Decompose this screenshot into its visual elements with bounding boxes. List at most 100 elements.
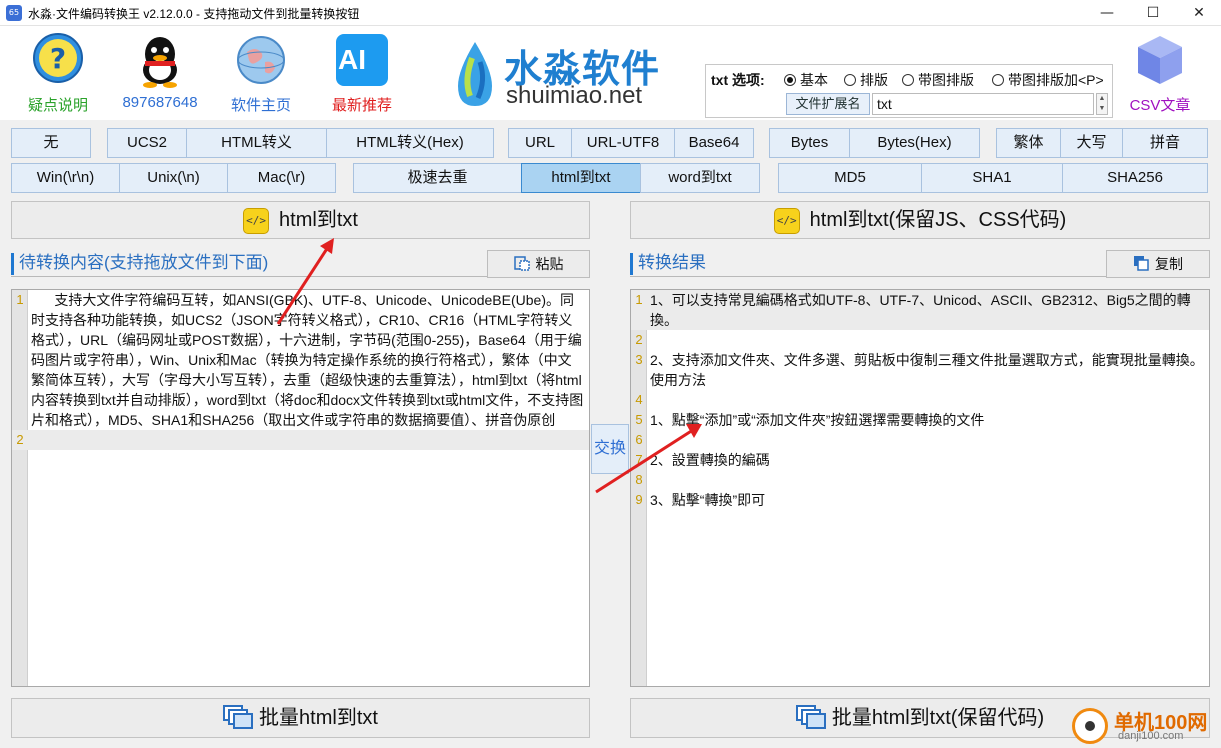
html-to-txt-keep-code-label: html到txt(保留JS、CSS代码) <box>809 209 1067 231</box>
batch-windows-icon <box>223 705 254 729</box>
encode-ucs2-button[interactable]: UCS2 <box>107 128 187 158</box>
newline-mac-button[interactable]: Mac(\r) <box>227 163 336 193</box>
line-number: 6 <box>635 432 643 447</box>
input-panel-title: 待转换内容(支持拖放文件到下面) <box>11 251 487 277</box>
line-text: 1、點擊“添加”或“添加文件夾”按鈕選擇需要轉換的文件 <box>650 412 985 428</box>
question-icon: ? <box>33 33 83 83</box>
html-to-txt-keep-code-button[interactable]: </> html到txt(保留JS、CSS代码) <box>630 201 1210 239</box>
radio-layout[interactable]: 排版 <box>844 70 888 90</box>
radio-unchecked-icon <box>902 74 914 86</box>
paste-button[interactable]: 粘贴 <box>487 250 590 278</box>
batch-html-to-txt-button[interactable]: 批量html到txt <box>11 698 590 738</box>
editor-line: 7 2、設置轉換的編碼 <box>631 450 1209 470</box>
pinyin-button[interactable]: 拼音 <box>1122 128 1208 158</box>
editor-line: 2 <box>631 330 1209 350</box>
help-tool[interactable]: ? 疑点说明 <box>13 32 103 116</box>
brand-logo: 水淼软件 shuimiao.net <box>452 32 682 118</box>
sha256-button[interactable]: SHA256 <box>1062 163 1208 193</box>
minimize-button[interactable]: — <box>1084 0 1130 26</box>
close-button[interactable]: ✕ <box>1176 0 1221 26</box>
line-text: 支持大文件字符编码互转，如ANSI(GBK)、UTF-8、Unicode、Uni… <box>31 292 584 428</box>
word-to-txt-button[interactable]: word到txt <box>640 163 760 193</box>
line-number: 5 <box>635 412 643 427</box>
line-number: 4 <box>635 392 643 407</box>
editor-line: 9 3、點擊“轉換”即可 <box>631 490 1209 510</box>
radio-layout-images-p-label: 带图排版加<P> <box>1008 72 1104 88</box>
encode-none-button[interactable]: 无 <box>11 128 91 158</box>
homepage-tool[interactable]: 软件主页 <box>216 32 306 116</box>
md5-button[interactable]: MD5 <box>778 163 922 193</box>
extension-spinner[interactable]: ▲ ▼ <box>1096 93 1108 115</box>
html-to-txt-label: html到txt <box>279 209 358 231</box>
encode-url-utf8-button[interactable]: URL-UTF8 <box>571 128 675 158</box>
encode-html-escape-hex-button[interactable]: HTML转义(Hex) <box>326 128 494 158</box>
editor-line: 4 <box>631 390 1209 410</box>
help-label: 疑点说明 <box>27 97 88 114</box>
encode-url-button[interactable]: URL <box>508 128 572 158</box>
globe-icon <box>237 36 285 84</box>
input-editor[interactable]: 1 支持大文件字符编码互转，如ANSI(GBK)、UTF-8、Unicode、U… <box>11 289 590 687</box>
sha1-button[interactable]: SHA1 <box>921 163 1063 193</box>
encode-bytes-hex-button[interactable]: Bytes(Hex) <box>849 128 980 158</box>
batch-html-to-txt-keep-code-label: 批量html到txt(保留代码) <box>831 707 1045 729</box>
output-editor[interactable]: 1 1、可以支持常見編碼格式如UTF-8、UTF-7、Unicod、ASCII、G… <box>630 289 1210 687</box>
newline-unix-button[interactable]: Unix(\n) <box>119 163 228 193</box>
file-extension-input[interactable]: txt <box>872 93 1094 115</box>
html-to-txt-mode-button[interactable]: html到txt <box>521 163 641 193</box>
app-window: 65 水淼·文件编码转换王 v2.12.0.0 - 支持拖动文件到批量转换按钮 … <box>0 0 1221 748</box>
cube-icon <box>1138 36 1182 84</box>
svg-text:?: ? <box>50 42 66 75</box>
radio-unchecked-icon <box>844 74 856 86</box>
line-text <box>647 470 1205 490</box>
csv-article-label: CSV文章 <box>1129 97 1191 114</box>
encode-base64-button[interactable]: Base64 <box>674 128 754 158</box>
radio-layout-images[interactable]: 带图排版 <box>902 70 974 90</box>
code-icon: </> <box>243 208 270 234</box>
radio-layout-images-p[interactable]: 带图排版加<P> <box>992 70 1104 90</box>
html-to-txt-button[interactable]: </> html到txt <box>11 201 590 239</box>
file-extension-label: 文件扩展名 <box>786 93 870 115</box>
line-text: 2、支持添加文件夾、文件多選、剪貼板中復制三種文件批量選取方式，能實現批量轉換。… <box>650 352 1204 388</box>
line-number: 2 <box>16 432 24 447</box>
editor-line: 2 <box>12 430 589 450</box>
header-toolbar: ? 疑点说明 897687648 软件主页 最新推荐 AI 水淼软件 shuim… <box>0 26 1221 120</box>
maximize-button[interactable]: ☐ <box>1130 0 1176 26</box>
editor-line: 6 <box>631 430 1209 450</box>
radio-layout-images-label: 带图排版 <box>918 72 974 88</box>
app-icon: 65 <box>6 5 22 21</box>
swap-button[interactable]: 交换 <box>591 424 629 474</box>
radio-basic[interactable]: 基本 <box>784 70 828 90</box>
csv-article-tool[interactable]: CSV文章 <box>1115 32 1205 116</box>
encode-bytes-button[interactable]: Bytes <box>769 128 850 158</box>
editor-line: 3 2、支持添加文件夾、文件多選、剪貼板中復制三種文件批量選取方式，能實現批量轉換… <box>631 350 1209 390</box>
line-number: 1 <box>635 292 643 307</box>
qq-penguin-icon <box>143 37 177 88</box>
line-text: 1、可以支持常見編碼格式如UTF-8、UTF-7、Unicod、ASCII、GB… <box>650 292 1191 328</box>
line-number: 9 <box>635 492 643 507</box>
watermark-logo: 单机100网 danji100.com <box>1068 702 1220 748</box>
qq-label: 897687648 <box>122 94 198 111</box>
uppercase-button[interactable]: 大写 <box>1060 128 1123 158</box>
copy-label: 复制 <box>1155 256 1183 272</box>
dedupe-button[interactable]: 极速去重 <box>353 163 522 193</box>
qq-tool[interactable]: 897687648 <box>115 32 205 116</box>
editor-line: 1 1、可以支持常見編碼格式如UTF-8、UTF-7、Unicod、ASCII、G… <box>631 290 1209 330</box>
batch-windows-icon <box>795 705 826 729</box>
radio-layout-label: 排版 <box>860 72 888 88</box>
traditional-button[interactable]: 繁体 <box>996 128 1061 158</box>
editor-line: 8 <box>631 470 1209 490</box>
newline-win-button[interactable]: Win(\r\n) <box>11 163 120 193</box>
line-text <box>28 430 585 450</box>
title-bar: 65 水淼·文件编码转换王 v2.12.0.0 - 支持拖动文件到批量转换按钮 … <box>0 0 1221 26</box>
line-text: 2、設置轉換的編碼 <box>650 452 770 468</box>
copy-icon <box>1134 256 1149 271</box>
txt-options-label: txt 选项: <box>711 72 765 88</box>
input-panel-title-text: 待转换内容(支持拖放文件到下面) <box>19 253 269 272</box>
line-number: 2 <box>635 332 643 347</box>
encode-html-escape-button[interactable]: HTML转义 <box>186 128 327 158</box>
output-panel-title: 转换结果 <box>630 251 1106 277</box>
line-text <box>647 390 1205 410</box>
line-number: 8 <box>635 472 643 487</box>
recommend-label: 最新推荐 <box>331 97 392 114</box>
copy-button[interactable]: 复制 <box>1106 250 1210 278</box>
